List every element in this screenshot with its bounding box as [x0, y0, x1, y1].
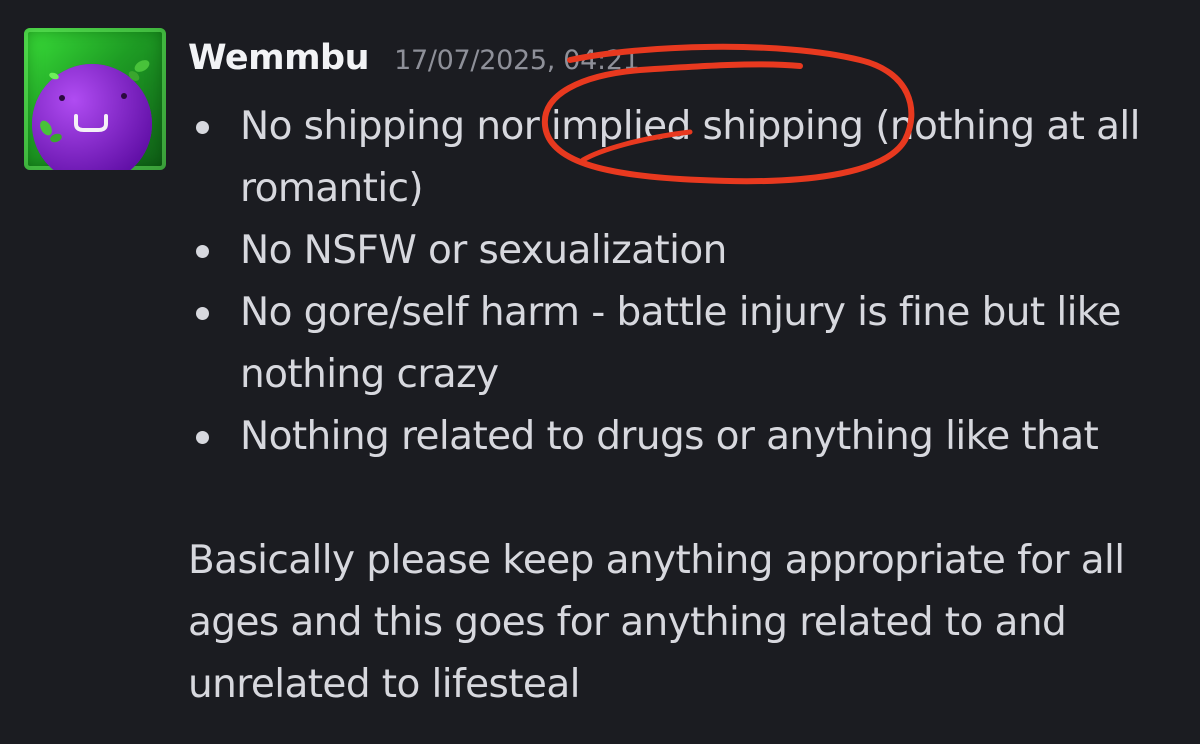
rules-list: No shipping nor implied shipping (nothin… [188, 96, 1188, 468]
slime-avatar-icon [32, 60, 152, 170]
message-header: Wemmbu 17/07/2025, 04:21 [188, 38, 640, 88]
list-item: No NSFW or sexualization [188, 220, 1188, 282]
bullet-icon [196, 431, 209, 444]
rule-text: No shipping nor implied shipping (nothin… [240, 104, 1140, 211]
list-item: Nothing related to drugs or anything lik… [188, 406, 1188, 468]
closing-paragraph: Basically please keep anything appropria… [188, 538, 1125, 707]
bullet-icon [196, 245, 209, 258]
chat-message: Wemmbu 17/07/2025, 04:21 No shipping nor… [0, 0, 1200, 744]
bullet-icon [196, 121, 209, 134]
rule-text: Nothing related to drugs or anything lik… [240, 414, 1099, 459]
timestamp: 17/07/2025, 04:21 [394, 45, 640, 76]
message-content: No shipping nor implied shipping (nothin… [188, 96, 1188, 716]
rule-text: No gore/self harm - battle injury is fin… [240, 290, 1121, 397]
list-item: No shipping nor implied shipping (nothin… [188, 96, 1188, 220]
user-avatar[interactable] [24, 28, 166, 170]
list-item: No gore/self harm - battle injury is fin… [188, 282, 1188, 406]
rule-text: No NSFW or sexualization [240, 228, 727, 273]
username[interactable]: Wemmbu [188, 38, 370, 78]
bullet-icon [196, 307, 209, 320]
